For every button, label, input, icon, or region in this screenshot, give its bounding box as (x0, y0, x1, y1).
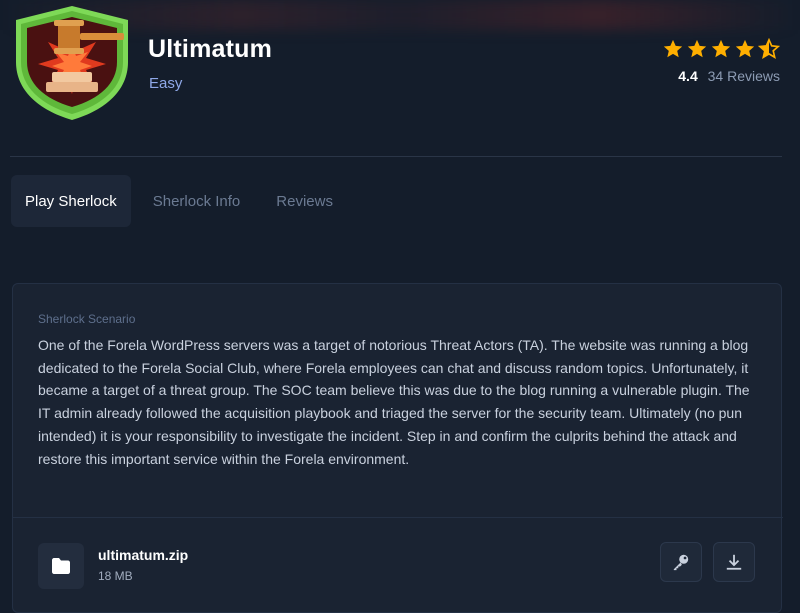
download-button[interactable] (713, 542, 755, 582)
sherlock-title: Ultimatum (148, 35, 273, 63)
tab-bar: Play Sherlock Sherlock Info Reviews (11, 175, 355, 227)
download-icon (726, 554, 742, 570)
sherlock-logo-icon (16, 6, 128, 120)
star-full-icon (735, 39, 755, 58)
tab-play-sherlock[interactable]: Play Sherlock (11, 175, 131, 227)
star-full-icon (663, 39, 683, 58)
scenario-card: Sherlock Scenario One of the Forela Word… (12, 283, 783, 613)
copy-password-button[interactable] (660, 542, 702, 582)
star-rating (662, 38, 780, 60)
tab-sherlock-info[interactable]: Sherlock Info (139, 175, 255, 227)
star-full-icon (711, 39, 731, 58)
star-full-icon (687, 39, 707, 58)
header-divider (10, 156, 782, 157)
rating-summary: 4.4 34 Reviews (662, 68, 780, 84)
star-half-icon (758, 38, 780, 59)
reviews-count[interactable]: 34 Reviews (708, 68, 780, 84)
card-divider (13, 517, 783, 518)
sherlock-header: Ultimatum Easy 4.4 34 Reviews (0, 0, 800, 130)
folder-icon (52, 558, 70, 574)
rating-value: 4.4 (678, 68, 698, 84)
scenario-label: Sherlock Scenario (38, 312, 136, 326)
rating-block[interactable]: 4.4 34 Reviews (662, 38, 780, 84)
file-size: 18 MB (98, 569, 133, 583)
difficulty-label: Easy (149, 75, 183, 92)
tab-reviews[interactable]: Reviews (262, 175, 347, 227)
key-icon (673, 554, 689, 571)
scenario-text: One of the Forela WordPress servers was … (38, 337, 750, 467)
file-name: ultimatum.zip (98, 547, 189, 563)
file-icon-box (38, 543, 84, 589)
